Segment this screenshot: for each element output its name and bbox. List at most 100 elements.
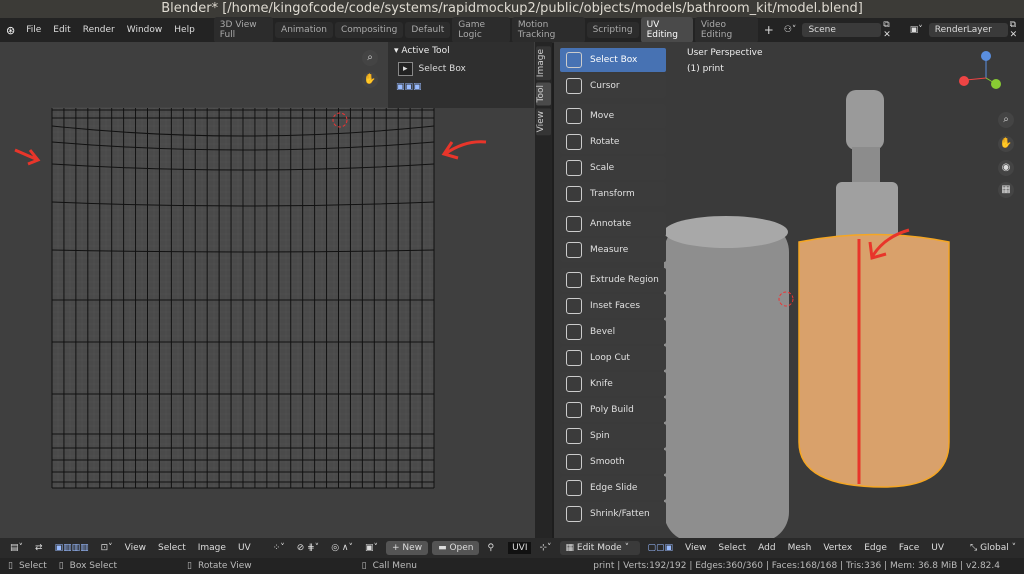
snap-icon[interactable]: ⊘ ⋕˅ — [293, 542, 323, 554]
tool-poly-build[interactable]: Poly Build — [560, 398, 666, 422]
tool-loop-cut[interactable]: Loop Cut — [560, 346, 666, 370]
object-label: (1) print — [687, 64, 724, 74]
orientation-select[interactable]: ⤡ Global ˅ — [966, 542, 1020, 554]
image-browse-icon[interactable]: ▣˅ — [361, 542, 382, 554]
render-layer-close-icon[interactable]: ⧉ ✕ — [1010, 20, 1024, 40]
vp-menu-edge[interactable]: Edge — [860, 542, 891, 554]
tab-view[interactable]: View — [536, 108, 551, 136]
tool-label: Inset Faces — [590, 301, 641, 311]
tool-spin[interactable]: Spin — [560, 424, 666, 448]
tab-scripting[interactable]: Scripting — [586, 22, 639, 38]
uv-menu-image[interactable]: Image — [194, 542, 230, 554]
tool-icon — [566, 402, 582, 418]
menu-help[interactable]: Help — [169, 23, 200, 37]
scene-close-icon[interactable]: ⧉ ✕ — [883, 20, 897, 40]
blender-logo-icon[interactable]: ⊛ — [6, 24, 15, 37]
tool-move[interactable]: Move — [560, 104, 666, 128]
status-bar: ▯ Select ▯ Box Select ▯ Rotate View ▯ Ca… — [0, 558, 1024, 574]
tool-label: Bevel — [590, 327, 616, 337]
tool-smooth[interactable]: Smooth — [560, 450, 666, 474]
tab-game-logic[interactable]: Game Logic — [452, 17, 510, 43]
tool-icon — [566, 216, 582, 232]
vp-menu-add[interactable]: Add — [754, 542, 779, 554]
vp-menu-vertex[interactable]: Vertex — [819, 542, 856, 554]
uv-editor[interactable]: ⌕ ✋ ▾ Active Tool ▸ Select Box ▣▣▣ Image… — [0, 42, 552, 538]
tool-icon — [566, 428, 582, 444]
select-box-icon[interactable]: ▸ — [398, 62, 413, 76]
menu-window[interactable]: Window — [122, 23, 168, 37]
tool-rotate[interactable]: Rotate — [560, 130, 666, 154]
tab-3d-view-full[interactable]: 3D View Full — [213, 17, 274, 43]
scene-icon[interactable]: ⚇˅ — [784, 25, 797, 35]
tool-label: Rotate — [590, 137, 620, 147]
add-workspace-icon[interactable]: + — [760, 23, 778, 37]
tool-label: Select Box — [590, 55, 638, 65]
zoom-icon[interactable]: ⌕ — [998, 112, 1014, 128]
3d-viewport[interactable]: User Perspective (1) print ⌕ ✋ ◉ ▦ Selec… — [554, 42, 1024, 538]
mesh-select-mode-icons[interactable]: ▢▢▣ — [644, 542, 678, 554]
status-box-select: Box Select — [69, 561, 118, 571]
tab-video-editing[interactable]: Video Editing — [694, 17, 758, 43]
sticky-mode-icon[interactable]: ⊡˅ — [97, 542, 117, 554]
open-image-button[interactable]: ▬ Open — [432, 541, 480, 555]
tool-knife[interactable]: Knife — [560, 372, 666, 396]
tool-inset-faces[interactable]: Inset Faces — [560, 294, 666, 318]
tab-tool[interactable]: Tool — [536, 82, 551, 106]
camera-icon[interactable]: ◉ — [998, 160, 1014, 176]
tool-select-box[interactable]: Select Box — [560, 48, 666, 72]
pivot-icon[interactable]: ⁘˅ — [269, 542, 289, 554]
zoom-icon[interactable]: ⌕ — [362, 50, 378, 66]
tool-annotate[interactable]: Annotate — [560, 212, 666, 236]
render-layer-icon[interactable]: ▣˅ — [910, 25, 923, 35]
vp-menu-mesh[interactable]: Mesh — [784, 542, 816, 554]
uv-menu-uv[interactable]: UV — [234, 542, 255, 554]
tool-measure[interactable]: Measure — [560, 238, 666, 262]
pan-hand-icon[interactable]: ✋ — [362, 72, 378, 88]
editor-type-icon[interactable]: ▤˅ — [6, 542, 27, 554]
pin-icon[interactable]: ⚲ — [483, 542, 498, 554]
tab-motion-tracking[interactable]: Motion Tracking — [511, 17, 585, 43]
sync-selection-icon[interactable]: ⇄ — [31, 542, 47, 554]
active-tool-panel: ▾ Active Tool ▸ Select Box ▣▣▣ — [388, 42, 534, 108]
mouse-middle-icon: ▯ — [58, 561, 64, 571]
tab-default[interactable]: Default — [405, 22, 451, 38]
pan-hand-icon[interactable]: ✋ — [998, 136, 1014, 152]
tab-image[interactable]: Image — [536, 46, 551, 81]
tool-edge-slide[interactable]: Edge Slide — [560, 476, 666, 500]
menu-render[interactable]: Render — [78, 23, 120, 37]
tool-label: Annotate — [590, 219, 632, 229]
render-layer-field[interactable]: RenderLayer — [928, 23, 1008, 37]
scene-field[interactable]: Scene — [802, 23, 882, 37]
vp-menu-face[interactable]: Face — [895, 542, 923, 554]
uv-select-mode-icons[interactable]: ▣▥▥▥ — [51, 542, 93, 554]
tab-uv-editing[interactable]: UV Editing — [640, 17, 693, 43]
tool-scale[interactable]: Scale — [560, 156, 666, 180]
proportional-edit-icon[interactable]: ◎ ∧˅ — [327, 542, 357, 554]
transform-icon[interactable]: ⊹˅ — [535, 542, 555, 554]
navigation-gizmo[interactable] — [956, 48, 1016, 108]
uv-menu-select[interactable]: Select — [154, 542, 190, 554]
new-image-button[interactable]: + New — [386, 541, 429, 555]
menu-edit[interactable]: Edit — [48, 23, 75, 37]
vp-menu-select[interactable]: Select — [714, 542, 750, 554]
tool-extrude-region[interactable]: Extrude Region — [560, 268, 666, 292]
menu-file[interactable]: File — [21, 23, 46, 37]
right-arrow-annotation — [441, 140, 487, 160]
tool-label: Scale — [590, 163, 615, 173]
tool-bevel[interactable]: Bevel — [560, 320, 666, 344]
tool-icon — [566, 78, 582, 94]
tool-cursor[interactable]: Cursor — [560, 74, 666, 98]
uv-menu-view[interactable]: View — [121, 542, 150, 554]
grid-perspective-icon[interactable]: ▦ — [998, 182, 1014, 198]
vp-menu-view[interactable]: View — [681, 542, 710, 554]
select-mode-icons[interactable]: ▣▣▣ — [388, 78, 534, 96]
tool-icon — [566, 108, 582, 124]
tool-shrink-fatten[interactable]: Shrink/Fatten — [560, 502, 666, 526]
tool-transform[interactable]: Transform — [560, 182, 666, 206]
tab-compositing[interactable]: Compositing — [334, 22, 404, 38]
tab-animation[interactable]: Animation — [275, 22, 333, 38]
uv-map-field[interactable]: UVI — [508, 542, 532, 554]
mode-select[interactable]: ▦ Edit Mode ˅ — [559, 541, 640, 555]
vp-menu-uv[interactable]: UV — [927, 542, 948, 554]
tool-label: Measure — [590, 245, 629, 255]
